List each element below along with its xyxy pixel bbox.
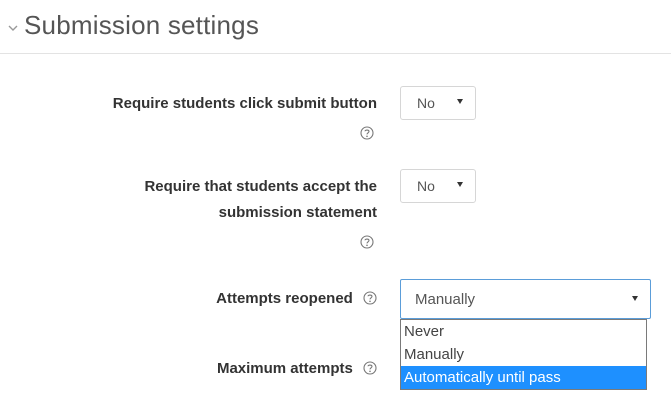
chevron-down-icon[interactable] — [8, 23, 18, 33]
help-icon[interactable] — [363, 358, 377, 375]
help-icon[interactable] — [360, 232, 374, 249]
require-submit-label: Require students click submit button — [112, 95, 377, 112]
require-submit-value: No — [417, 95, 435, 111]
caret-down-icon — [632, 296, 638, 301]
attempts-reopened-dropdown: Never Manually Automatically until pass — [400, 319, 647, 390]
require-accept-label-line1: Require that students accept the — [144, 178, 377, 195]
require-accept-select[interactable]: No — [400, 169, 476, 203]
help-icon[interactable] — [360, 123, 374, 140]
require-submit-select[interactable]: No — [400, 86, 476, 120]
attempts-reopened-value: Manually — [415, 290, 476, 308]
attempts-reopened-label: Attempts reopened — [216, 290, 353, 307]
attempts-reopened-label-block: Attempts reopened — [77, 286, 377, 312]
dropdown-option-never[interactable]: Never — [401, 320, 646, 343]
caret-down-icon — [457, 182, 463, 187]
require-accept-value: No — [417, 178, 435, 194]
require-accept-label-block: Require that students accept the submiss… — [17, 174, 377, 256]
section-title: Submission settings — [24, 10, 260, 40]
settings-page: Submission settings Require students cli… — [0, 0, 671, 397]
caret-down-icon — [457, 99, 463, 104]
require-submit-label-block: Require students click submit button — [17, 91, 377, 147]
help-icon[interactable] — [363, 288, 377, 305]
maximum-attempts-label: Maximum attempts — [216, 360, 353, 377]
dropdown-option-manually[interactable]: Manually — [401, 343, 646, 366]
section-divider — [0, 53, 671, 54]
require-accept-label-line2: submission statement — [218, 204, 377, 221]
dropdown-option-automatically-until-pass[interactable]: Automatically until pass — [401, 366, 646, 389]
attempts-reopened-select[interactable]: Manually — [400, 279, 651, 319]
section-header[interactable]: Submission settings — [8, 10, 259, 41]
maximum-attempts-label-block: Maximum attempts — [77, 356, 377, 382]
